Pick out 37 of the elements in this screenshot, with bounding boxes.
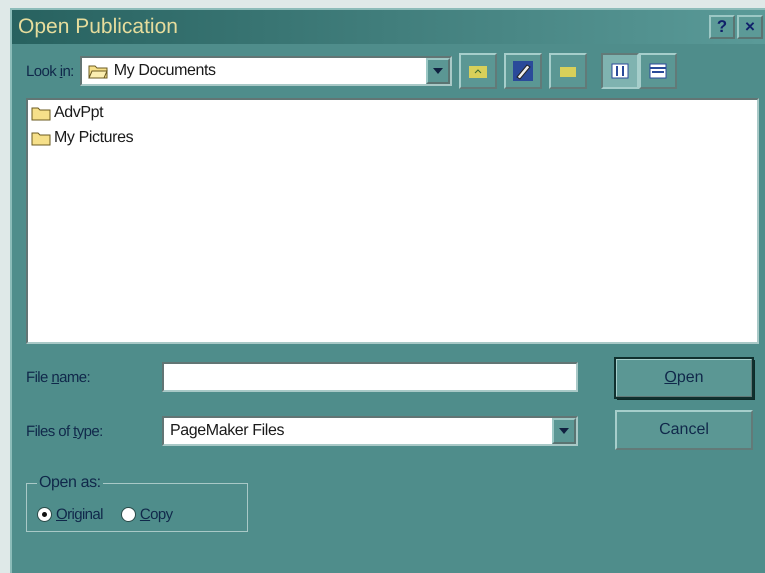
radio-label[interactable]: Copy [140,506,173,523]
file-name-label: File name: [26,368,92,386]
desktop-button[interactable] [504,53,542,89]
file-type-dropdown[interactable]: PageMaker Files [162,416,578,446]
radio-button[interactable] [37,507,52,522]
dropdown-button[interactable] [552,418,576,444]
folder-up-icon [468,63,488,79]
folder-item[interactable]: My Pictures [54,129,134,147]
pencil-icon [512,60,534,82]
dropdown-arrow-icon [432,68,443,74]
radio-button[interactable] [120,507,136,522]
dropdown-button[interactable] [426,58,450,84]
close-button[interactable]: × [737,15,763,39]
files-of-type-label: Files of type: [26,422,104,440]
group-title: Open as: [38,474,102,492]
file-name-field[interactable] [162,362,578,392]
help-button[interactable]: ? [709,15,735,39]
look-in-value: My Documents [112,62,217,80]
cancel-button[interactable]: Cancel [615,410,753,450]
folder-icon [31,105,51,121]
folder-icon [88,63,108,79]
folder-icon [558,64,577,78]
list-view-button[interactable] [600,53,639,89]
up-folder-button[interactable] [458,53,497,89]
details-icon [648,63,667,79]
details-view-button[interactable] [638,53,677,89]
dropdown-arrow-icon [559,428,569,434]
window-title: Open Publication [18,15,179,39]
file-type-value: PageMaker Files [169,422,286,440]
list-icon [610,63,629,79]
open-button[interactable]: Open [615,358,753,398]
radio-label[interactable]: Original [56,506,103,523]
look-in-dropdown[interactable]: My Documents [80,56,452,86]
look-in-label: Look in: [26,62,74,80]
folder-icon [31,130,51,146]
new-folder-button[interactable] [548,53,587,89]
folder-item[interactable]: AdvPpt [54,104,104,122]
